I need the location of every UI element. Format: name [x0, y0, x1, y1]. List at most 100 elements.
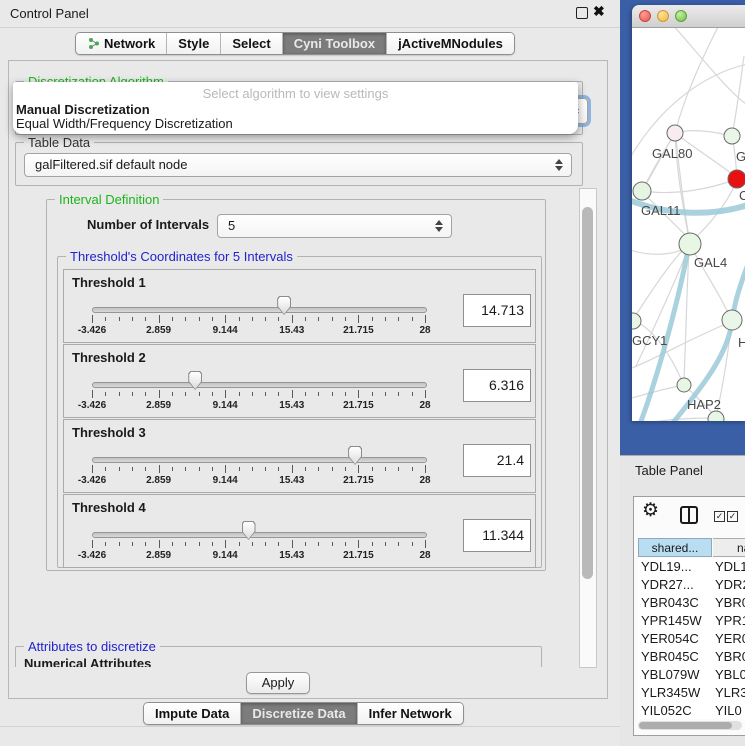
- tick-mark: [225, 390, 226, 398]
- threshold-value-field[interactable]: 21.4: [463, 444, 531, 477]
- cell-name: YBR0: [712, 648, 745, 666]
- tab-style[interactable]: Style: [166, 33, 220, 54]
- cell-shared-name: YDL19...: [638, 558, 712, 576]
- network-node[interactable]: [722, 310, 742, 330]
- cell-shared-name: YDR27...: [638, 576, 712, 594]
- threshold-value-field[interactable]: 11.344: [463, 519, 531, 552]
- network-edge[interactable]: [632, 64, 745, 158]
- combo-spinner-icon: [555, 158, 564, 172]
- column-layout-icon[interactable]: [680, 506, 698, 524]
- tick-mark: [372, 542, 373, 546]
- network-edge[interactable]: [672, 28, 745, 104]
- column-header-shared-name[interactable]: shared...: [638, 538, 712, 557]
- network-edge[interactable]: [642, 180, 734, 193]
- network-node[interactable]: [677, 378, 691, 392]
- table-row[interactable]: YBR045CYBR0: [638, 648, 745, 666]
- tick-mark: [105, 317, 106, 321]
- tab-discretize-data[interactable]: Discretize Data: [240, 703, 356, 724]
- cell-name: YLR3: [712, 684, 745, 702]
- threshold-slider[interactable]: [92, 307, 427, 313]
- threshold-slider[interactable]: [92, 532, 427, 538]
- settings-scrollbar-thumb[interactable]: [582, 207, 593, 579]
- zoom-traffic-icon[interactable]: [675, 10, 687, 22]
- tick-mark: [292, 315, 293, 323]
- num-intervals-combobox[interactable]: 5: [217, 214, 452, 238]
- gear-icon[interactable]: ⚙: [642, 500, 659, 522]
- tick-mark: [305, 317, 306, 321]
- tick-mark: [278, 467, 279, 471]
- network-edge[interactable]: [634, 247, 686, 318]
- cell-shared-name: YBR043C: [638, 594, 712, 612]
- table-row[interactable]: YIL052CYIL0: [638, 702, 745, 719]
- network-node[interactable]: [708, 411, 724, 421]
- tick-mark: [372, 317, 373, 321]
- table-row[interactable]: YLR345WYLR3: [638, 684, 745, 702]
- settings-scrollbar-track[interactable]: [579, 188, 597, 668]
- close-traffic-icon[interactable]: [639, 10, 651, 22]
- slider-thumb-icon[interactable]: [188, 371, 202, 390]
- checkbox-icon[interactable]: ✓: [727, 511, 738, 522]
- panel-title: Control Panel: [10, 6, 89, 21]
- tick-mark: [92, 540, 93, 548]
- algorithm-option-manual-discretization[interactable]: Manual Discretization: [16, 102, 575, 117]
- tick-mark: [358, 465, 359, 473]
- cell-name: YDR2: [712, 576, 745, 594]
- table-row[interactable]: YDL19...YDL1: [638, 558, 745, 576]
- close-icon[interactable]: ✖: [593, 3, 605, 20]
- network-node[interactable]: [728, 170, 745, 188]
- tab-cyni-toolbox[interactable]: Cyni Toolbox: [282, 33, 386, 54]
- tick-mark: [318, 542, 319, 546]
- threshold-value-field[interactable]: 14.713: [463, 294, 531, 327]
- network-window-titlebar[interactable]: [632, 5, 745, 28]
- tab-network[interactable]: Network: [76, 33, 166, 54]
- network-view-window[interactable]: GAL80GAGAL11CGAL4GCY1HHAP2: [632, 5, 745, 421]
- tick-mark: [385, 467, 386, 471]
- cell-shared-name: YBR045C: [638, 648, 712, 666]
- network-edge[interactable]: [632, 386, 680, 398]
- checkbox-icon[interactable]: ✓: [714, 511, 725, 522]
- tab-impute-data[interactable]: Impute Data: [144, 703, 240, 724]
- network-node[interactable]: [724, 128, 740, 144]
- network-node[interactable]: [679, 233, 701, 255]
- threshold-slider[interactable]: [92, 382, 427, 388]
- slider-tick-labels: -3.4262.8599.14415.4321.71528: [92, 325, 425, 337]
- cell-name: YDL1: [712, 558, 745, 576]
- column-header-name[interactable]: na: [713, 538, 745, 557]
- minimize-traffic-icon[interactable]: [657, 10, 669, 22]
- table-row[interactable]: YER054CYER0: [638, 630, 745, 648]
- top-tab-bar: NetworkStyleSelectCyni ToolboxjActiveMNo…: [75, 32, 515, 55]
- table-row[interactable]: YDR27...YDR2: [638, 576, 745, 594]
- network-canvas[interactable]: GAL80GAGAL11CGAL4GCY1HHAP2: [632, 28, 745, 421]
- threshold-slider[interactable]: [92, 457, 427, 463]
- algorithm-option-equal-width-frequency-discretization[interactable]: Equal Width/Frequency Discretization: [16, 116, 575, 131]
- network-node[interactable]: [667, 125, 683, 141]
- table-row[interactable]: YPR145WYPR1: [638, 612, 745, 630]
- network-node[interactable]: [632, 313, 641, 329]
- table-row[interactable]: YBL079WYBL0: [638, 666, 745, 684]
- network-edge[interactable]: [675, 28, 720, 133]
- threshold-row: Threshold 1 -3.4262.8599.14415.4321.7152…: [63, 269, 536, 343]
- table-hscrollbar[interactable]: [638, 721, 742, 730]
- bottom-tab-bar: Impute DataDiscretize DataInfer Network: [143, 702, 464, 725]
- tick-label: 21.715: [343, 325, 374, 336]
- tab-infer-network[interactable]: Infer Network: [357, 703, 463, 724]
- table-row[interactable]: YBR043CYBR0: [638, 594, 745, 612]
- tick-mark: [265, 467, 266, 471]
- table-data-group-title: Table Data: [24, 135, 94, 150]
- network-node[interactable]: [633, 182, 651, 200]
- tab-jactivemnodules[interactable]: jActiveMNodules: [386, 33, 514, 54]
- cell-shared-name: YIL052C: [638, 702, 712, 719]
- float-window-icon[interactable]: [576, 7, 588, 19]
- slider-thumb-icon[interactable]: [348, 446, 362, 465]
- slider-thumb-icon[interactable]: [242, 521, 256, 540]
- table-hscrollbar-thumb[interactable]: [639, 722, 732, 729]
- table-panel-title: Table Panel: [635, 463, 703, 478]
- tab-select[interactable]: Select: [220, 33, 281, 54]
- apply-button[interactable]: Apply: [246, 672, 310, 694]
- cell-shared-name: YER054C: [638, 630, 712, 648]
- tick-mark: [278, 317, 279, 321]
- slider-thumb-icon[interactable]: [277, 296, 291, 315]
- threshold-value-field[interactable]: 6.316: [463, 369, 531, 402]
- table-data-combobox[interactable]: galFiltered.sif default node: [24, 153, 572, 177]
- tick-mark: [398, 542, 399, 546]
